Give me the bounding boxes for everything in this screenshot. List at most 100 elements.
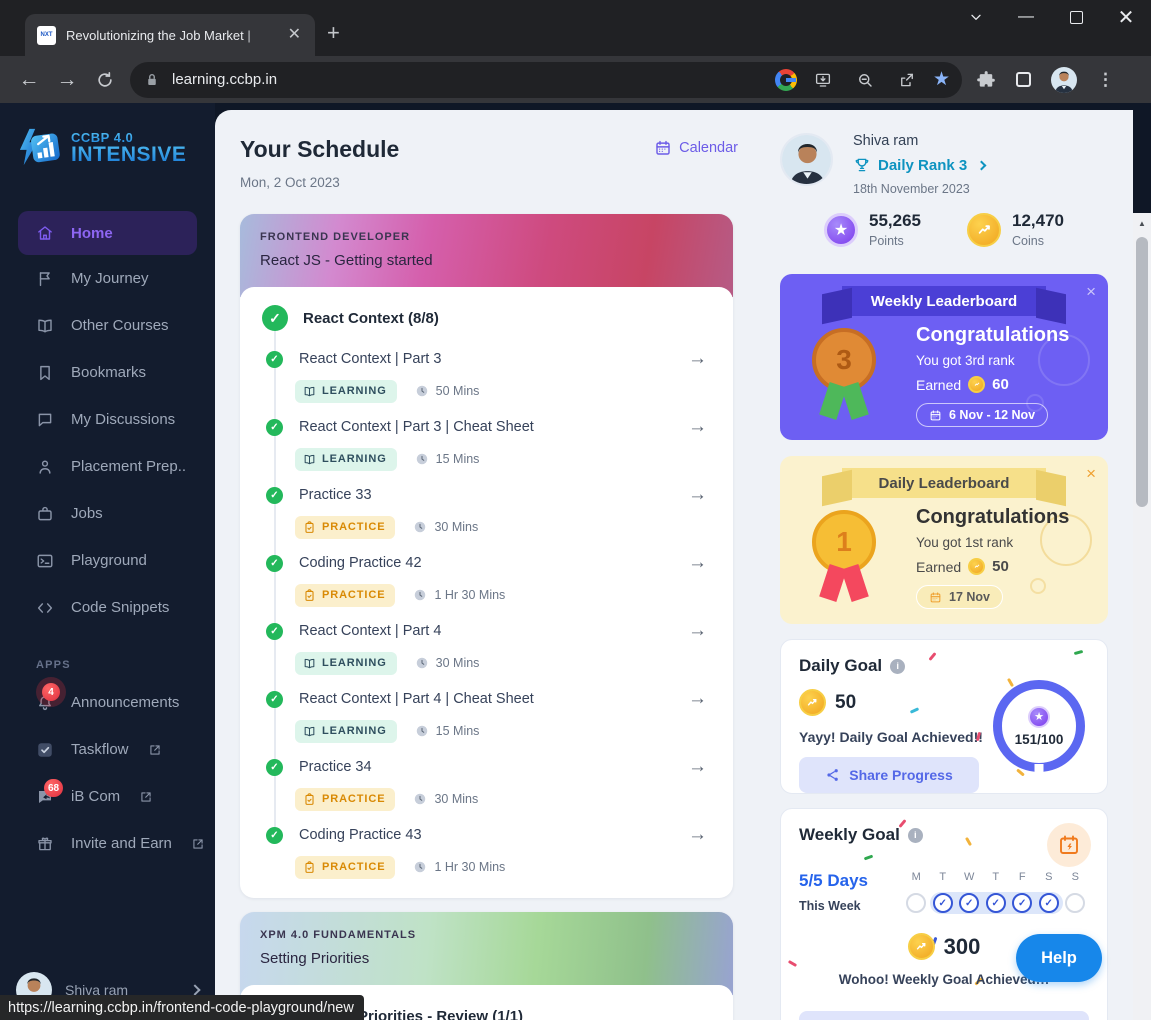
sidebar-item-home[interactable]: Home — [18, 211, 197, 255]
calendar-link[interactable]: Calendar — [654, 139, 748, 157]
sidebar-item-jobs[interactable]: Jobs — [0, 490, 215, 537]
sidebar-item-ib-com[interactable]: 68 iB Com — [0, 773, 215, 820]
confetti-speck — [1006, 677, 1015, 688]
info-icon[interactable]: i — [907, 827, 923, 843]
extensions-icon[interactable] — [976, 70, 996, 90]
back-icon[interactable]: ← — [10, 68, 48, 92]
scrollbar-thumb[interactable] — [1136, 237, 1148, 507]
address-bar[interactable]: learning.ccbp.in ★ — [130, 61, 962, 98]
window-menu-icon[interactable] — [965, 6, 987, 28]
arrow-right-icon[interactable]: → — [688, 756, 713, 778]
item-tag: PRACTICE — [295, 855, 396, 879]
arrow-right-icon[interactable]: → — [688, 416, 713, 438]
share-label: Share Progress — [849, 767, 953, 783]
app-label: Announcements — [71, 694, 180, 711]
arrow-right-icon[interactable]: → — [688, 348, 713, 370]
info-icon[interactable]: i — [890, 658, 906, 674]
coins-value: 12,470 — [1012, 211, 1064, 230]
item-title: Coding Practice 43 — [299, 827, 422, 843]
forward-icon[interactable]: → — [48, 68, 86, 92]
share-progress-button[interactable]: Share Progress — [799, 1011, 1089, 1020]
schedule-item[interactable]: ✓ React Context | Part 4 → LEARNING 30 M… — [262, 620, 713, 675]
schedule-item[interactable]: ✓ React Context | Part 3 | Cheat Sheet →… — [262, 416, 713, 471]
sidebar-item-placement-prep[interactable]: Placement Prep.. — [0, 443, 215, 490]
share-progress-button[interactable]: Share Progress — [799, 757, 979, 793]
browser-menu-icon[interactable]: ⋮ — [1097, 70, 1114, 90]
sidebar-item-code-snippets[interactable]: Code Snippets — [0, 584, 215, 631]
schedule-item[interactable]: ✓ React Context | Part 4 | Cheat Sheet →… — [262, 688, 713, 743]
weekly-goal-header: Weekly Goal i — [799, 825, 1089, 845]
google-icon[interactable] — [774, 68, 797, 91]
arrow-right-icon[interactable]: → — [688, 620, 713, 642]
sidebar-item-invite-and-earn[interactable]: Invite and Earn — [0, 820, 215, 867]
sidebar-item-bookmarks[interactable]: Bookmarks — [0, 349, 215, 396]
schedule-item[interactable]: ✓ Practice 33 → PRACTICE 30 Mins — [262, 484, 713, 539]
sidebar-item-taskflow[interactable]: Taskflow — [0, 726, 215, 773]
nav-label: Bookmarks — [71, 364, 147, 381]
person-icon — [36, 458, 54, 476]
tab-switcher-icon[interactable] — [1016, 72, 1031, 87]
app-logo[interactable]: CCBP 4.0 INTENSIVE — [16, 127, 215, 169]
clock-icon — [413, 860, 427, 874]
sidebar-item-announcements[interactable]: 4 Announcements — [0, 679, 215, 726]
sidebar-item-playground[interactable]: Playground — [0, 537, 215, 584]
schedule-item[interactable]: ✓ Coding Practice 43 → PRACTICE 1 Hr 30 … — [262, 824, 713, 879]
maximize-icon[interactable] — [1065, 6, 1087, 28]
daily-rank-link[interactable]: Daily Rank 3 — [853, 156, 987, 174]
coin-icon — [968, 558, 986, 575]
chat-icon — [36, 411, 54, 429]
profile-avatar[interactable] — [780, 133, 833, 186]
main-panel: Your Schedule Calendar Mon, 2 Oct 2023 F… — [215, 110, 1133, 1020]
course-category: XPM 4.0 FUNDAMENTALS — [260, 929, 417, 941]
reload-icon[interactable] — [86, 70, 124, 90]
install-icon[interactable] — [814, 71, 832, 89]
item-title: React Context | Part 4 — [299, 623, 442, 639]
item-duration: 15 Mins — [415, 724, 479, 738]
tab-close-icon[interactable]: ✕ — [284, 25, 305, 45]
item-duration: 30 Mins — [413, 520, 478, 534]
book-icon — [303, 453, 316, 466]
arrow-right-icon[interactable]: → — [688, 688, 713, 710]
minimize-icon[interactable]: — — [1015, 6, 1037, 28]
scroll-up-icon[interactable]: ▲ — [1133, 215, 1151, 231]
close-icon[interactable]: ✕ — [1115, 6, 1137, 29]
check-circle-icon: ✓ — [266, 826, 283, 844]
browser-profile-avatar[interactable] — [1051, 67, 1077, 93]
close-icon[interactable]: × — [1086, 282, 1096, 302]
calendar-icon — [654, 139, 672, 157]
day-letter: M — [911, 871, 921, 883]
page-scrollbar[interactable]: ▲ ▼ — [1133, 213, 1151, 1020]
url-text[interactable]: learning.ccbp.in — [172, 71, 765, 88]
tab-strip: NXT Revolutionizing the Job Market | ✕ +… — [0, 0, 1151, 56]
zoom-icon[interactable] — [856, 71, 874, 89]
help-button[interactable]: Help — [1016, 934, 1102, 982]
schedule-item[interactable]: ✓ Practice 34 → PRACTICE 30 Mins — [262, 756, 713, 811]
day-checkbox: ✓ — [932, 893, 953, 913]
status-bar-url: https://learning.ccbp.in/frontend-code-p… — [0, 995, 364, 1020]
points-stat[interactable]: ★ 55,265 Points — [824, 211, 921, 248]
tab-favicon: NXT — [37, 25, 56, 45]
book-icon — [303, 385, 316, 398]
rank-3-medal-icon: 3 — [812, 328, 876, 392]
browser-tab[interactable]: NXT Revolutionizing the Job Market | ✕ — [25, 14, 315, 56]
close-icon[interactable]: × — [1086, 464, 1096, 484]
duration-label: 50 Mins — [435, 384, 480, 398]
sidebar-item-my-discussions[interactable]: My Discussions — [0, 396, 215, 443]
schedule-item[interactable]: ✓ React Context | Part 3 → LEARNING 50 M… — [262, 348, 713, 403]
arrow-right-icon[interactable]: → — [688, 824, 713, 846]
sidebar-item-my-journey[interactable]: My Journey — [0, 255, 215, 302]
new-tab-button[interactable]: + — [327, 20, 340, 46]
share-icon[interactable] — [898, 71, 916, 89]
coins-stat[interactable]: 12,470 Coins — [967, 211, 1064, 248]
duration-label: 15 Mins — [435, 452, 480, 466]
schedule-item[interactable]: ✓ Coding Practice 42 → PRACTICE 1 Hr 30 … — [262, 552, 713, 607]
tag-label: LEARNING — [322, 385, 387, 397]
item-duration: 50 Mins — [415, 384, 480, 398]
daily-goal-header: Daily Goal i — [799, 656, 1089, 676]
sidebar-item-other-courses[interactable]: Other Courses — [0, 302, 215, 349]
star-badge-icon: ★ — [824, 212, 858, 247]
arrow-right-icon[interactable]: → — [688, 552, 713, 574]
bookmark-star-icon[interactable]: ★ — [933, 68, 950, 91]
arrow-right-icon[interactable]: → — [688, 484, 713, 506]
lock-icon — [142, 70, 162, 90]
